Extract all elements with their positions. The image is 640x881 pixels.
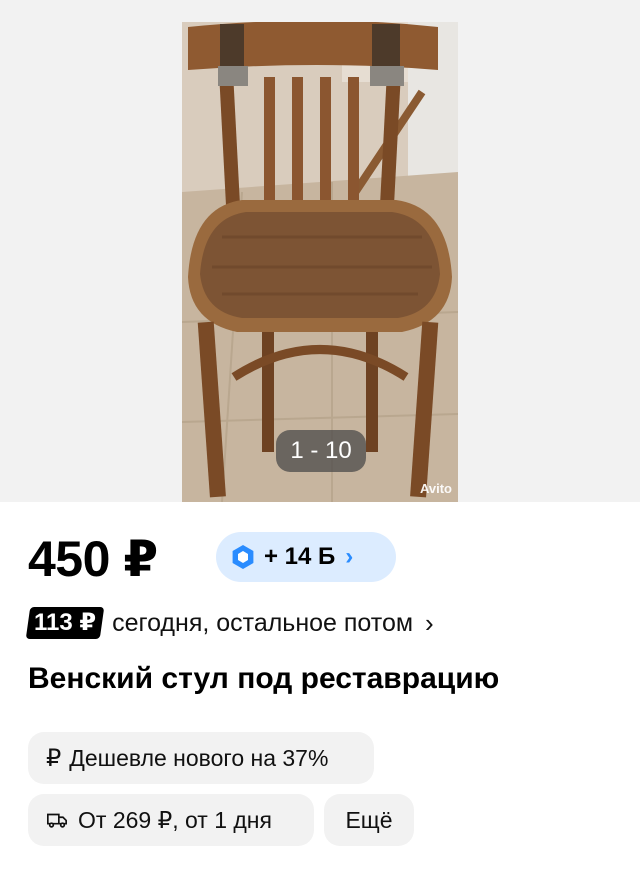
avito-watermark: Avito	[419, 481, 452, 496]
photo-counter: 1 - 10	[276, 430, 366, 472]
installment-text: сегодня, остальное потом	[112, 608, 414, 637]
delivery-label: От 269 ₽, от 1 дня	[78, 806, 272, 833]
delivery-chip[interactable]: От 269 ₽, от 1 дня	[28, 794, 314, 846]
chevron-right-icon: ›	[345, 543, 354, 570]
more-label: Ещё	[345, 806, 393, 833]
bonus-label: + 14 Б	[264, 543, 336, 570]
cheaper-than-new-chip[interactable]: ₽ Дешевле нового на 37%	[28, 732, 374, 784]
listing-title: Венский стул под реставрацию	[28, 662, 500, 695]
bonus-badge[interactable]: + 14 Б ›	[216, 532, 396, 582]
chevron-right-icon: ›	[425, 607, 434, 638]
listing-photo[interactable]: 1 - 10 Avito	[182, 22, 458, 502]
bonus-hexagon-icon	[232, 545, 254, 569]
cheaper-label: Дешевле нового на 37%	[69, 744, 329, 771]
installment-offer[interactable]: 113 ₽ сегодня, остальное потом ›	[25, 606, 434, 640]
installment-amount-badge: 113 ₽	[25, 607, 105, 639]
installment-amount: 113 ₽	[34, 609, 97, 636]
photo-gallery[interactable]: 1 - 10 Avito	[0, 0, 640, 502]
truck-icon	[47, 813, 67, 828]
listing-price: 450 ₽	[28, 531, 158, 587]
ruble-icon: ₽	[46, 744, 62, 772]
more-chip[interactable]: Ещё	[324, 794, 414, 846]
